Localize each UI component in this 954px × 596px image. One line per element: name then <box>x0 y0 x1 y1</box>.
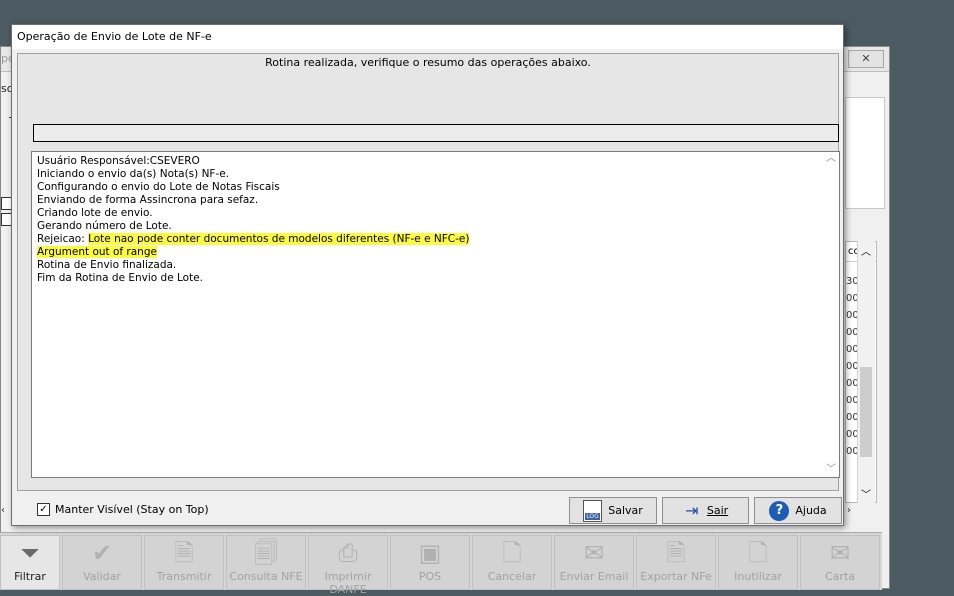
pos-button[interactable]: ▣ POS <box>390 535 470 590</box>
help-button[interactable]: ? Ajuda <box>754 497 842 524</box>
save-button[interactable]: LOG Salvar <box>569 497 657 524</box>
void-doc-icon: 🗋 <box>748 539 768 567</box>
toolbar-button-label: Consulta NFE <box>229 570 303 583</box>
cancel-doc-icon: 🗋 <box>502 539 522 567</box>
toolbar-button-label: Exportar NFe <box>640 570 712 583</box>
dialog-titlebar: Operação de Envio de Lote de NF-e <box>12 25 843 49</box>
log-line: Enviando de forma Assincrona para sefaz. <box>37 194 259 206</box>
exportar-nfe-button[interactable]: 🗎 Exportar NFe <box>636 535 716 590</box>
chevron-left-icon[interactable]: ‹ <box>1 505 5 516</box>
chevron-up-icon[interactable]: ︿ <box>861 243 871 258</box>
log-line: Fim da Rotina de Envio de Lote. <box>37 272 204 284</box>
exit-door-icon: ⇥ <box>685 501 699 520</box>
rejection-prefix: Rejeicao: <box>37 233 89 245</box>
checkbox-checked-icon[interactable]: ✓ <box>37 503 50 516</box>
filter-icon: ⏷ <box>20 539 40 567</box>
grid-scrollbar[interactable]: ︿ ﹀ <box>857 241 875 503</box>
log-line: Criando lote de envio. <box>37 207 153 219</box>
validar-button[interactable]: ✔ Validar <box>62 535 142 590</box>
transmitir-button[interactable]: 🗎 Transmitir <box>144 535 224 590</box>
send-batch-dialog: Operação de Envio de Lote de NF-e Rotina… <box>11 24 844 526</box>
toolbar-button-label: Carta <box>825 570 855 583</box>
printer-icon: ⎙ <box>338 539 358 567</box>
inutilizar-button[interactable]: 🗋 Inutilizar <box>718 535 798 590</box>
enviar-email-button[interactable]: ✉ Enviar Email <box>554 535 634 590</box>
chevron-down-icon[interactable]: ﹀ <box>823 463 839 477</box>
toolbar-button-label: Filtrar <box>14 570 46 583</box>
carta-button[interactable]: ✉ Carta <box>800 535 880 590</box>
action-toolbar: ⏷ Filtrar ✔ Validar 🗎 Transmitir 🗐 Consu… <box>0 532 882 596</box>
status-message: Rotina realizada, verifique o resumo das… <box>265 56 591 69</box>
close-button[interactable]: ✕ <box>848 50 884 68</box>
cancelar-button[interactable]: 🗋 Cancelar <box>472 535 552 590</box>
exit-button[interactable]: ⇥ Sair <box>662 497 749 524</box>
pos-terminal-icon: ▣ <box>418 539 442 567</box>
log-line-rejection: Rejeicao: Lote nao pode conter documento… <box>37 233 470 246</box>
stay-on-top-checkbox[interactable]: ✓ Manter Visível (Stay on Top) <box>37 503 209 516</box>
chevron-up-icon[interactable]: ︿ <box>823 152 839 166</box>
toolbar-button-label: Inutilizar <box>734 570 782 583</box>
toolbar-button-label: Transmitir <box>156 570 212 583</box>
log-line-error: Argument out of range <box>37 246 469 259</box>
help-icon: ? <box>769 500 790 521</box>
log-lines: Usuário Responsável:CSEVERO Iniciando o … <box>37 155 470 285</box>
toolbar-button-label: Enviar Email <box>559 570 629 583</box>
export-doc-icon: 🗎 <box>666 539 686 567</box>
scrollbar-thumb[interactable] <box>860 367 872 457</box>
error-text: out of range <box>92 246 157 258</box>
toolbar-button-label: Validar <box>83 570 121 583</box>
dialog-title: Operação de Envio de Lote de NF-e <box>17 30 212 43</box>
background-panel <box>845 97 885 209</box>
save-button-label: Salvar <box>608 504 643 517</box>
dialog-body: Rotina realizada, verifique o resumo das… <box>17 53 840 491</box>
toolbar-button-label: Imprimir DANFE <box>324 570 372 596</box>
filtrar-button[interactable]: ⏷ Filtrar <box>0 535 60 590</box>
toolbar-button-label: POS <box>418 570 442 583</box>
progress-bar <box>33 124 839 142</box>
imprimir-danfe-button[interactable]: ⎙ Imprimir DANFE <box>308 535 388 596</box>
log-line: Configurando o envio do Lote de Notas Fi… <box>37 181 280 193</box>
log-line: Usuário Responsável:CSEVERO <box>37 155 200 167</box>
log-file-icon: LOG <box>583 499 603 522</box>
chevron-down-icon[interactable]: ﹀ <box>861 486 871 501</box>
log-scrollbar[interactable]: ︿ ﹀ <box>823 152 839 477</box>
exit-button-label: Sair <box>706 504 729 517</box>
toolbar-button-label: Cancelar <box>487 570 537 583</box>
help-button-label: Ajuda <box>795 504 827 517</box>
chevron-right-icon[interactable]: › <box>847 505 851 516</box>
operation-log[interactable]: Usuário Responsável:CSEVERO Iniciando o … <box>31 151 840 478</box>
log-line: Rotina de Envio finalizada. <box>37 259 177 271</box>
error-prefix: Argument <box>37 246 93 258</box>
log-line: Iniciando o envio da(s) Nota(s) NF-e. <box>37 168 230 180</box>
consulta-nfe-button[interactable]: 🗐 Consulta NFE <box>226 535 306 590</box>
transmit-doc-icon: 🗎 <box>174 539 194 567</box>
rejection-text: Lote nao pode conter documentos de model… <box>88 233 470 245</box>
email-icon: ✉ <box>583 539 605 567</box>
close-icon: ✕ <box>861 52 871 65</box>
log-line: Gerando número de Lote. <box>37 220 172 232</box>
letter-icon: ✉ <box>829 539 851 567</box>
search-doc-icon: 🗐 <box>254 539 278 567</box>
stay-on-top-label: Manter Visível (Stay on Top) <box>55 503 209 516</box>
check-icon: ✔ <box>91 539 113 567</box>
